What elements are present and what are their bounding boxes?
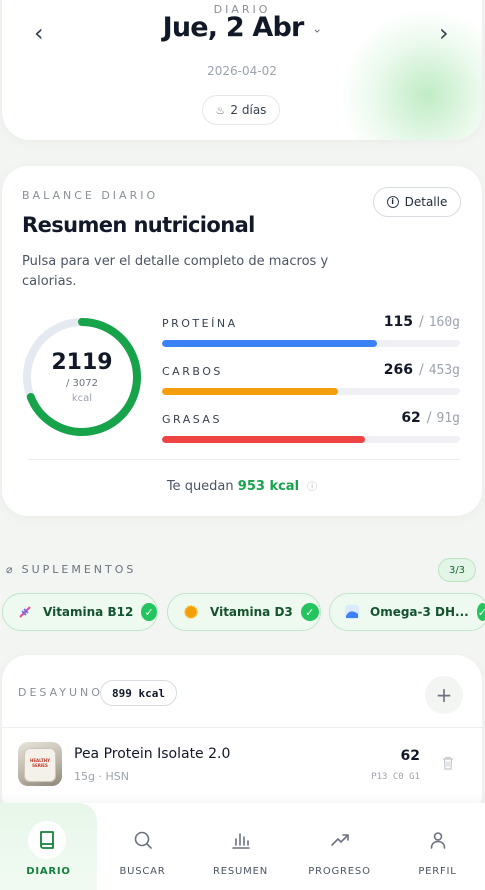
meal-divider [2,727,482,728]
supplement-pill[interactable]: Vitamina B12 ✓ [2,593,158,631]
macro-progress-bar [162,340,377,347]
date-selector[interactable]: Jue, 2 Abr ⌄ [2,12,482,43]
nav-label: PERFIL [418,866,457,877]
balance-card[interactable]: BALANCE DIARIO Resumen nutricional Pulsa… [2,166,482,516]
trash-icon[interactable] [442,756,454,770]
nav-item-diario[interactable]: DIARIO [0,803,97,890]
remaining-calories: Te quedan 953 kcal ⓘ [2,478,482,494]
macro-current: 115 [383,314,413,330]
supplement-pill[interactable]: Vitamina D3 ✓ [167,593,321,631]
bar-chart-icon [225,824,257,856]
streak-label: 2 días [230,103,267,117]
nav-item-progreso[interactable]: PROGRESO [291,803,388,890]
detail-button[interactable]: i Detalle [373,187,461,217]
macro-goal: 91g [436,411,460,426]
wave-icon [344,603,360,621]
meal-kcal-badge: 899 kcal [100,680,177,706]
iso-date: 2026-04-02 [207,64,277,78]
balance-divider [28,459,460,460]
macro-track [162,340,460,347]
book-icon [28,821,66,859]
info-icon: i [386,196,399,208]
macro-progress-bar [162,388,338,395]
calories-unit: kcal [71,393,93,404]
supplements-count: 3/3 [438,558,476,582]
nav-label: RESUMEN [213,866,268,877]
macro-separator: / [418,362,424,378]
balance-title: Resumen nutricional [22,213,255,237]
macro-label: CARBOS [162,365,223,378]
calories-goal: / 3072 [66,378,98,389]
macro-separator: / [418,314,424,330]
add-food-button[interactable]: + [425,676,463,714]
supplements-kicker: SUPLEMENTOS [21,563,137,576]
macro-track [162,388,460,395]
user-icon [422,824,454,856]
macro-values: 266 / 453g [384,362,460,378]
date-header: DIARIO ‹ Jue, 2 Abr ⌄ › 2026-04-02 ♨ 2 d… [2,0,482,140]
nav-item-perfil[interactable]: PERFIL [389,803,485,890]
balance-subtitle: Pulsa para ver el detalle completo de ma… [22,254,329,289]
food-macros: P13 C0 G1 [371,772,420,782]
food-kcal: 62 [400,748,420,764]
food-image-text: HEALTHY SERIES [29,758,51,768]
macro-current: 266 [383,362,413,378]
supplement-name: Omega-3 DH... [370,605,469,619]
flame-icon: ♨ [215,103,226,117]
meal-kicker: DESAYUNO [18,686,103,699]
nav-label: DIARIO [26,866,71,877]
nav-label: BUSCAR [119,866,166,877]
remaining-prefix: Te quedan [166,479,234,494]
bottom-navigation: DIARIO BUSCAR RESUMEN PROGRESO PERFIL [0,803,485,890]
calorie-ring [23,318,141,436]
food-meta: 15g · HSN [74,770,129,783]
supplements-header: ⌀ SUPLEMENTOS [6,563,136,576]
macro-separator: / [426,410,432,426]
macro-label: GRASAS [162,413,222,426]
chevron-right-icon[interactable]: › [439,19,449,47]
macro-track [162,436,460,443]
dna-icon [17,603,33,621]
calories-consumed: 2119 [51,350,113,375]
macro-progress-bar [162,436,365,443]
sun-icon [182,603,200,621]
macro-label: PROTEÍNA [162,317,238,330]
macro-current: 62 [401,410,421,426]
macro-goal: 453g [428,363,460,378]
check-icon: ✓ [300,603,319,621]
detail-button-label: Detalle [404,195,448,209]
macro-values: 62 / 91g [401,410,460,426]
supplement-pill[interactable]: Omega-3 DH... ✓ [329,593,485,631]
remaining-kcal: 953 kcal [237,479,300,494]
check-icon: ✓ [141,603,157,621]
search-icon [127,824,159,856]
food-name[interactable]: Pea Protein Isolate 2.0 [74,746,230,762]
trending-up-icon [324,824,356,856]
macro-goal: 160g [428,315,460,330]
supplement-name: Vitamina D3 [210,605,293,619]
info-icon[interactable]: ⓘ [307,482,317,493]
nav-item-resumen[interactable]: RESUMEN [192,803,289,890]
nav-item-buscar[interactable]: BUSCAR [94,803,191,890]
nav-label: PROGRESO [308,866,371,877]
check-icon: ✓ [476,603,485,621]
date-title: Jue, 2 Abr [162,12,305,43]
chevron-down-icon: ⌄ [312,21,322,36]
balance-kicker: BALANCE DIARIO [22,189,159,202]
meal-card-breakfast: DESAYUNO 899 kcal + HEALTHY SERIES Pea P… [2,655,482,820]
food-image: HEALTHY SERIES [18,742,62,786]
macro-values: 115 / 160g [384,314,460,330]
pill-icon: ⌀ [6,563,16,576]
supplement-name: Vitamina B12 [43,605,134,619]
streak-badge[interactable]: ♨ 2 días [202,95,280,125]
